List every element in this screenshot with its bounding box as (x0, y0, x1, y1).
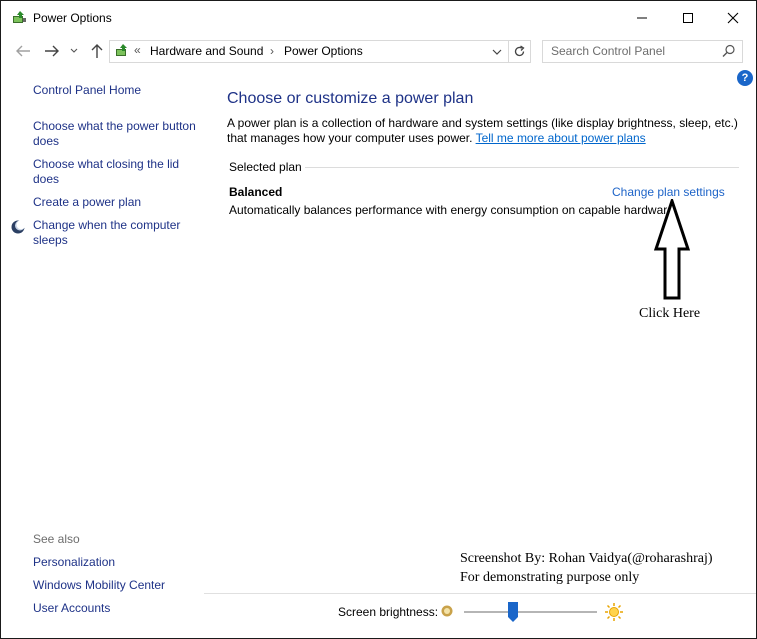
minimize-button[interactable] (619, 1, 665, 35)
see-also-personalization[interactable]: Personalization (33, 555, 203, 570)
brightness-slider-track[interactable] (464, 611, 597, 613)
brightness-bar: Screen brightness: (204, 593, 756, 638)
breadcrumb-hardware-and-sound[interactable]: Hardware and Sound (150, 44, 263, 58)
power-options-window: Power Options « Hardware and Sound › Pow… (0, 0, 757, 639)
recent-locations-button[interactable] (67, 41, 81, 61)
plan-name: Balanced (229, 185, 283, 199)
help-button[interactable]: ? (737, 70, 753, 86)
learn-more-link[interactable]: Tell me more about power plans (476, 131, 646, 145)
credit-line-1: Screenshot By: Rohan Vaidya(@roharashraj… (460, 551, 713, 566)
sidebar: Control Panel Home Choose what the power… (1, 65, 204, 638)
see-also-user-accounts[interactable]: User Accounts (33, 601, 203, 616)
bright-sun-icon (604, 602, 624, 625)
click-here-annotation: Click Here (639, 306, 701, 321)
search-icon[interactable] (722, 44, 736, 61)
credit-line-2: For demonstrating purpose only (460, 570, 640, 585)
refresh-button[interactable] (508, 40, 531, 63)
chevron-down-icon (492, 49, 502, 55)
overflow-chevron[interactable]: « (134, 43, 141, 57)
selected-plan-label: Selected plan (229, 160, 302, 174)
sidebar-item-closing-lid[interactable]: Choose what closing the lid does (33, 157, 203, 187)
up-arrow-icon (91, 44, 103, 58)
close-button[interactable] (710, 1, 756, 35)
sidebar-item-create-plan[interactable]: Create a power plan (33, 195, 203, 210)
section-divider (305, 167, 739, 168)
address-bar[interactable]: « Hardware and Sound › Power Options (109, 40, 509, 63)
see-also-heading: See also (33, 532, 80, 546)
sidebar-item-control-panel-home[interactable]: Control Panel Home (33, 83, 203, 98)
brightness-slider-thumb[interactable] (508, 602, 519, 622)
power-options-icon (11, 10, 27, 26)
dim-sun-icon (440, 604, 454, 621)
refresh-icon (514, 45, 525, 57)
page-title: Choose or customize a power plan (227, 90, 474, 107)
brightness-label: Screen brightness: (338, 605, 439, 619)
breadcrumb-separator[interactable]: › (270, 44, 274, 58)
search-input[interactable]: Search Control Panel (551, 44, 665, 58)
sidebar-item-power-button[interactable]: Choose what the power button does (33, 119, 203, 149)
navigation-bar: « Hardware and Sound › Power Options Sea… (1, 37, 756, 65)
back-arrow-icon (16, 45, 30, 57)
search-box[interactable]: Search Control Panel (542, 40, 743, 63)
chevron-down-icon (70, 48, 78, 53)
maximize-button[interactable] (665, 1, 711, 35)
address-dropdown-button[interactable] (492, 45, 502, 59)
back-button[interactable] (13, 41, 33, 61)
up-button[interactable] (87, 41, 107, 61)
change-plan-settings-link[interactable]: Change plan settings (612, 185, 725, 199)
power-options-icon (114, 43, 130, 59)
up-arrow-annotation-icon (653, 199, 691, 300)
forward-button[interactable] (42, 41, 62, 61)
sidebar-item-computer-sleeps[interactable]: Change when the computer sleeps (33, 218, 203, 248)
title-bar[interactable]: Power Options (1, 1, 756, 35)
forward-arrow-icon (45, 45, 59, 57)
page-description: A power plan is a collection of hardware… (227, 116, 747, 146)
moon-icon (11, 220, 26, 234)
see-also-mobility-center[interactable]: Windows Mobility Center (33, 578, 203, 593)
window-title: Power Options (33, 11, 112, 25)
screenshot-credit: Screenshot By: Rohan Vaidya(@roharashraj… (460, 549, 713, 587)
breadcrumb-power-options[interactable]: Power Options (284, 44, 363, 58)
plan-description: Automatically balances performance with … (229, 203, 678, 217)
